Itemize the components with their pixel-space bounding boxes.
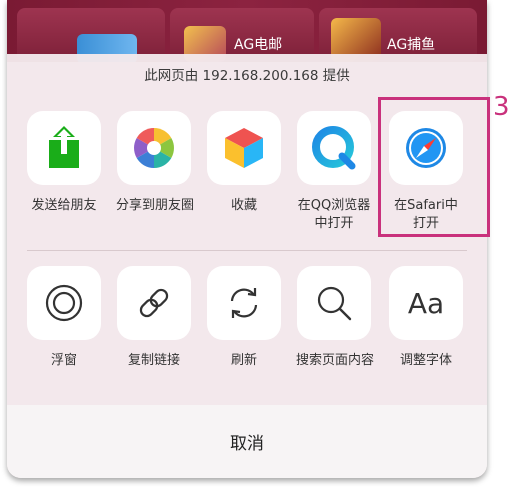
refresh-icon — [230, 288, 258, 318]
share-tile — [27, 111, 101, 185]
adjust-font-button[interactable]: Aa 调整字体 — [388, 266, 464, 370]
share-up-arrow-icon — [49, 126, 79, 168]
share-tile — [297, 111, 371, 185]
game-label: AG电邮 — [234, 37, 283, 53]
open-in-qq-browser-button[interactable]: 在QQ浏览器 中打开 — [296, 111, 372, 233]
background-game-strip: AG电邮 AG捕鱼 — [7, 0, 487, 62]
refresh-button[interactable]: 刷新 — [206, 266, 282, 370]
share-tile — [117, 266, 191, 340]
share-tile: Aa — [389, 266, 463, 340]
label-line-1: 在QQ浏览器 — [297, 198, 371, 213]
page-provider-text: 此网页由 192.168.200.168 提供 — [144, 68, 350, 84]
annotation-highlight-box — [378, 97, 490, 237]
phone-screen: AG电邮 AG捕鱼 此网页由 192.168.200.168 提供 发送给朋友 — [7, 0, 487, 478]
copy-link-button[interactable]: 复制链接 — [116, 266, 192, 370]
share-to-moments-button[interactable]: 分享到朋友圈 — [116, 111, 195, 215]
app-label: 在QQ浏览器 中打开 — [296, 197, 372, 233]
floating-window-icon — [45, 284, 83, 322]
search-page-button[interactable]: 搜索页面内容 — [296, 266, 375, 370]
share-tile — [117, 111, 191, 185]
annotation-step-number: 3 — [493, 92, 510, 122]
share-tile — [207, 266, 281, 340]
game-label: AG捕鱼 — [387, 37, 436, 53]
search-icon — [317, 286, 352, 321]
app-label: 刷新 — [230, 353, 257, 368]
share-tile — [27, 266, 101, 340]
font-size-icon: Aa — [407, 286, 445, 320]
cube-icon — [225, 128, 263, 168]
aperture-icon — [134, 128, 174, 168]
link-icon — [139, 288, 169, 318]
app-label: 浮窗 — [50, 353, 77, 368]
row-divider — [27, 250, 467, 251]
app-label: 复制链接 — [127, 353, 180, 368]
app-label: 发送给朋友 — [31, 198, 97, 213]
send-to-friend-button[interactable]: 发送给朋友 — [26, 111, 102, 215]
app-label: 搜索页面内容 — [296, 353, 375, 368]
share-tile — [297, 266, 371, 340]
app-label: 收藏 — [230, 198, 257, 213]
label-line-2: 中打开 — [314, 216, 354, 231]
app-label: 分享到朋友圈 — [116, 198, 195, 213]
app-label: 调整字体 — [399, 353, 452, 368]
qq-browser-icon — [312, 126, 356, 170]
favorites-button[interactable]: 收藏 — [206, 111, 282, 215]
floating-window-button[interactable]: 浮窗 — [26, 266, 102, 370]
share-tile — [207, 111, 281, 185]
cancel-button[interactable]: 取消 — [7, 405, 487, 478]
